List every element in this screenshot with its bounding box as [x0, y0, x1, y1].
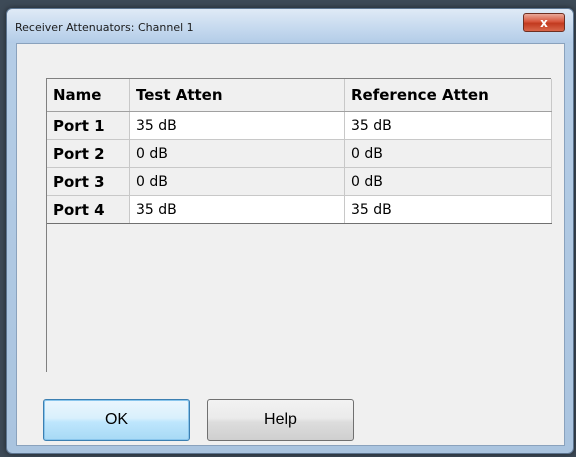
close-icon: x — [540, 15, 548, 30]
header-reference-atten: Reference Atten — [344, 79, 552, 112]
help-button[interactable]: Help — [207, 399, 354, 441]
test-atten-cell-port-4[interactable]: 35 dB — [129, 195, 345, 224]
dialog-client-area: Name Test Atten Reference Atten Port 1 3… — [16, 43, 565, 446]
table-row: Port 1 35 dB 35 dB — [47, 111, 552, 140]
dialog-window: Receiver Attenuators: Channel 1 x Name T… — [6, 8, 574, 454]
window-title: Receiver Attenuators: Channel 1 — [15, 21, 194, 34]
table-row: Port 2 0 dB 0 dB — [47, 139, 552, 168]
table-header-row: Name Test Atten Reference Atten — [47, 79, 552, 112]
reference-atten-cell-port-4[interactable]: 35 dB — [344, 195, 552, 224]
title-bar[interactable]: Receiver Attenuators: Channel 1 x — [7, 9, 573, 43]
reference-atten-cell-port-1[interactable]: 35 dB — [344, 111, 552, 140]
close-button[interactable]: x — [523, 13, 565, 32]
table-row: Port 4 35 dB 35 dB — [47, 195, 552, 224]
header-test-atten: Test Atten — [129, 79, 345, 112]
ok-button[interactable]: OK — [43, 399, 190, 441]
attenuator-grid: Name Test Atten Reference Atten Port 1 3… — [46, 78, 552, 372]
table-row: Port 3 0 dB 0 dB — [47, 167, 552, 196]
reference-atten-cell-port-3[interactable]: 0 dB — [344, 167, 552, 196]
header-name: Name — [47, 79, 130, 112]
row-name-port-1: Port 1 — [47, 111, 130, 140]
test-atten-cell-port-2[interactable]: 0 dB — [129, 139, 345, 168]
reference-atten-cell-port-2[interactable]: 0 dB — [344, 139, 552, 168]
row-name-port-2: Port 2 — [47, 139, 130, 168]
row-name-port-3: Port 3 — [47, 167, 130, 196]
test-atten-cell-port-1[interactable]: 35 dB — [129, 111, 345, 140]
attenuator-table: Name Test Atten Reference Atten Port 1 3… — [47, 79, 552, 224]
test-atten-cell-port-3[interactable]: 0 dB — [129, 167, 345, 196]
row-name-port-4: Port 4 — [47, 195, 130, 224]
